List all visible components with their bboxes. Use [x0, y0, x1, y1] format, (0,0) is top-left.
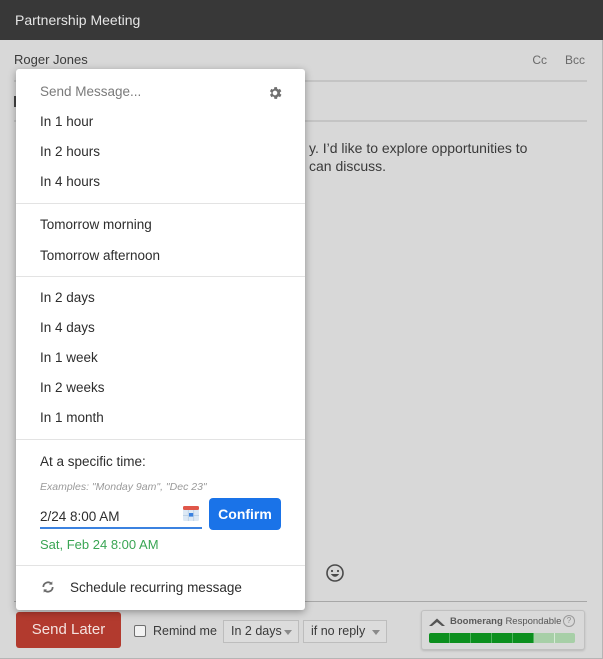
calendar-icon[interactable] — [183, 506, 199, 521]
menu-item-in-4-days[interactable]: In 4 days — [40, 320, 95, 335]
respondable-score-segment — [429, 633, 450, 643]
menu-item-in-1-month[interactable]: In 1 month — [40, 410, 104, 425]
remind-me-checkbox[interactable] — [134, 625, 146, 637]
specific-time-input[interactable] — [40, 501, 202, 529]
recipient-chip[interactable]: Roger Jones — [14, 52, 88, 67]
menu-divider — [16, 276, 305, 277]
menu-item-in-2-days[interactable]: In 2 days — [40, 290, 95, 305]
menu-item-tomorrow-morning[interactable]: Tomorrow morning — [40, 217, 152, 232]
parsed-date: Sat, Feb 24 8:00 AM — [40, 537, 159, 552]
schedule-recurring-item[interactable]: Schedule recurring message — [70, 580, 242, 595]
menu-item-in-4-hours[interactable]: In 4 hours — [40, 174, 100, 189]
emoji-icon[interactable] — [325, 563, 345, 583]
respondable-widget[interactable]: Boomerang Respondable ? — [421, 610, 585, 650]
respondable-score-segment — [471, 633, 492, 643]
gear-icon[interactable] — [267, 85, 283, 101]
send-later-button[interactable]: Send Later — [16, 612, 121, 648]
boomerang-logo-icon — [429, 618, 445, 626]
refresh-icon — [42, 581, 54, 593]
respondable-score-bar — [429, 633, 575, 643]
respondable-score-segment — [450, 633, 471, 643]
respondable-score-segment — [513, 633, 534, 643]
remind-condition-select[interactable]: if no reply — [303, 620, 387, 643]
send-later-menu: Send Message... In 1 hour In 2 hours In … — [16, 69, 305, 610]
cc-link[interactable]: Cc — [532, 53, 547, 67]
menu-divider — [16, 439, 305, 440]
remind-condition-value: if no reply — [311, 624, 366, 638]
menu-item-in-2-hours[interactable]: In 2 hours — [40, 144, 100, 159]
menu-item-in-2-weeks[interactable]: In 2 weeks — [40, 380, 105, 395]
menu-item-tomorrow-afternoon[interactable]: Tomorrow afternoon — [40, 248, 160, 263]
menu-header: Send Message... — [40, 84, 142, 99]
menu-item-in-1-hour[interactable]: In 1 hour — [40, 114, 93, 129]
remind-when-value: In 2 days — [231, 624, 282, 638]
chevron-down-icon — [284, 630, 292, 635]
compose-title: Partnership Meeting — [0, 0, 603, 40]
respondable-score-segment — [555, 633, 575, 643]
remind-me-label: Remind me — [153, 624, 217, 638]
menu-divider — [16, 203, 305, 204]
respondable-score-segment — [492, 633, 513, 643]
compose-window: Partnership Meeting Roger Jones Cc Bcc y… — [0, 0, 603, 659]
boomerang-brand: Boomerang — [450, 616, 503, 627]
confirm-button[interactable]: Confirm — [209, 498, 281, 530]
specific-time-label: At a specific time: — [40, 454, 146, 469]
menu-divider — [16, 565, 305, 566]
chevron-down-icon — [372, 630, 380, 635]
remind-when-select[interactable]: In 2 days — [223, 620, 299, 643]
respondable-score-segment — [534, 633, 555, 643]
respondable-title: Boomerang Respondable — [450, 616, 561, 627]
bcc-link[interactable]: Bcc — [565, 53, 585, 67]
help-icon[interactable]: ? — [563, 615, 575, 627]
remind-me-toggle[interactable]: Remind me — [134, 622, 217, 640]
respondable-product: Respondable — [505, 616, 562, 627]
menu-item-in-1-week[interactable]: In 1 week — [40, 350, 98, 365]
specific-time-examples: Examples: "Monday 9am", "Dec 23" — [40, 481, 207, 493]
